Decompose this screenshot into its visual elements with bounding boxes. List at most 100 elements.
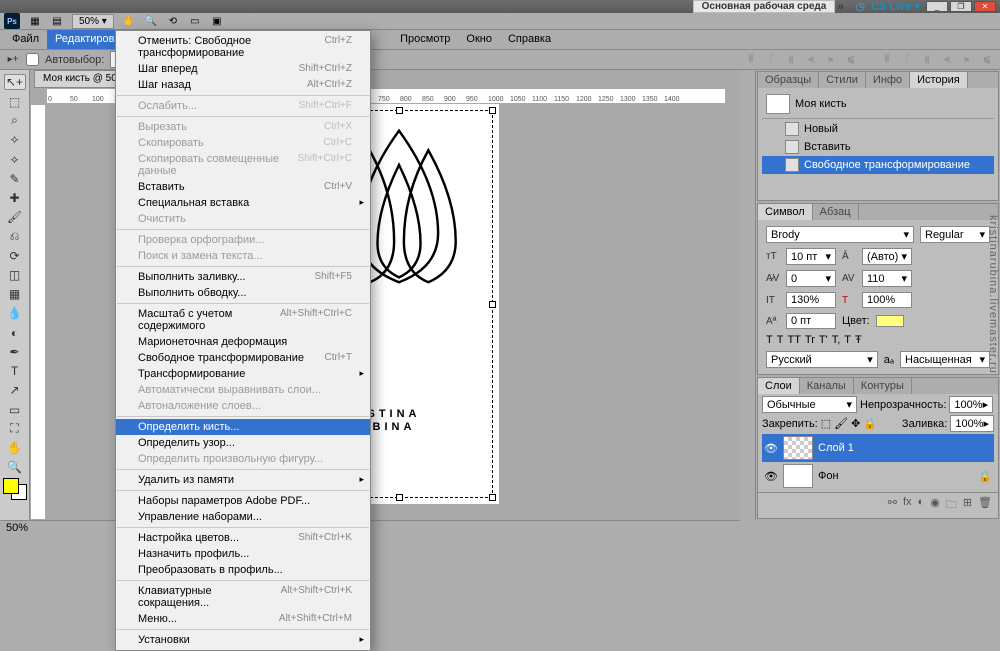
- vscale-input[interactable]: 130%: [786, 292, 836, 308]
- menu-item[interactable]: Масштаб с учетом содержимогоAlt+Shift+Ct…: [116, 306, 370, 334]
- menu-item[interactable]: Определить кисть...: [116, 419, 370, 435]
- language-dropdown[interactable]: Русский▾: [766, 351, 878, 368]
- layers-tab[interactable]: Слои: [758, 378, 800, 394]
- type-tool[interactable]: T: [4, 363, 26, 379]
- dist-2-icon[interactable]: ⫶: [900, 53, 914, 67]
- align-1-icon[interactable]: ⫴: [744, 53, 758, 67]
- menu-item[interactable]: Выполнить заливку...Shift+F5: [116, 269, 370, 285]
- hand-icon[interactable]: ✋: [122, 14, 136, 28]
- text-color-swatch[interactable]: [876, 315, 904, 327]
- kerning-input[interactable]: 0▾: [786, 270, 836, 287]
- blur-tool[interactable]: 💧: [4, 305, 26, 321]
- cslive-button[interactable]: CS Live ▾: [867, 0, 924, 13]
- menu-help[interactable]: Справка: [500, 30, 559, 49]
- adjustment-icon[interactable]: ◉: [930, 496, 940, 515]
- shape-tool[interactable]: ▭: [4, 401, 26, 417]
- eraser-tool[interactable]: ◫: [4, 267, 26, 283]
- path-tool[interactable]: ↗: [4, 382, 26, 398]
- dist-1-icon[interactable]: ⫴: [880, 53, 894, 67]
- layer-thumbnail[interactable]: [783, 464, 813, 488]
- autoselect-checkbox[interactable]: [26, 53, 39, 66]
- subwindow-min-button[interactable]: _: [926, 1, 948, 12]
- layer-name[interactable]: Слой 1: [818, 442, 854, 454]
- history-brush-tool[interactable]: ⟳: [4, 247, 26, 263]
- lock-move-icon[interactable]: ✥: [851, 417, 860, 430]
- menu-item[interactable]: Определить узор...: [116, 435, 370, 451]
- mask-icon[interactable]: ◐: [918, 496, 925, 515]
- subwindow-max-button[interactable]: ❐: [950, 1, 972, 12]
- lock-all-icon[interactable]: 🔒: [863, 417, 877, 430]
- pen-tool[interactable]: ✒: [4, 344, 26, 360]
- heal-tool[interactable]: ✚: [4, 190, 26, 206]
- menu-item[interactable]: Выполнить обводку...: [116, 285, 370, 301]
- text-style-button[interactable]: TT: [787, 334, 800, 346]
- menu-item[interactable]: ВставитьCtrl+V: [116, 179, 370, 195]
- layer-row[interactable]: 👁Слой 1: [762, 434, 994, 462]
- align-2-icon[interactable]: ⫶: [764, 53, 778, 67]
- text-style-button[interactable]: T': [819, 334, 828, 346]
- menu-view[interactable]: Просмотр: [392, 30, 458, 49]
- text-style-button[interactable]: T,: [832, 334, 841, 346]
- group-icon[interactable]: 🗀: [946, 496, 957, 515]
- menu-item[interactable]: Преобразовать в профиль...: [116, 562, 370, 578]
- visibility-icon[interactable]: 👁: [764, 470, 778, 483]
- menu-item[interactable]: Шаг назадAlt+Ctrl+Z: [116, 77, 370, 93]
- status-zoom[interactable]: 50%: [6, 522, 28, 534]
- lock-brush-icon[interactable]: 🖌: [834, 417, 848, 430]
- rotate-icon[interactable]: ⟲: [166, 14, 180, 28]
- menu-item[interactable]: Установки: [116, 632, 370, 648]
- dodge-tool[interactable]: ◐: [4, 324, 26, 340]
- transform-handle-tr[interactable]: [489, 107, 496, 114]
- zoom-icon[interactable]: 🔍: [144, 14, 158, 28]
- menu-file[interactable]: Файл: [4, 30, 47, 49]
- history-tab[interactable]: Инфо: [866, 72, 910, 88]
- menu-item[interactable]: Марионеточная деформация: [116, 334, 370, 350]
- history-state[interactable]: Вставить: [762, 138, 994, 156]
- align-6-icon[interactable]: ⫹: [844, 53, 858, 67]
- hand-tool2[interactable]: ✋: [4, 440, 26, 456]
- menu-item[interactable]: Управление наборами...: [116, 509, 370, 525]
- baseline-input[interactable]: 0 пт: [786, 313, 836, 329]
- menu-window[interactable]: Окно: [458, 30, 500, 49]
- font-family-dropdown[interactable]: Brody▾: [766, 226, 914, 243]
- link-layers-icon[interactable]: ⚯: [888, 496, 897, 515]
- arrange-icon[interactable]: ▭: [188, 14, 202, 28]
- menu-item[interactable]: Назначить профиль...: [116, 546, 370, 562]
- history-state[interactable]: Новый: [762, 120, 994, 138]
- menu-item[interactable]: Шаг впередShift+Ctrl+Z: [116, 61, 370, 77]
- menu-item[interactable]: Свободное трансформированиеCtrl+T: [116, 350, 370, 366]
- font-style-dropdown[interactable]: Regular▾: [920, 226, 990, 243]
- zoom-dropdown[interactable]: 50% ▾: [72, 14, 114, 29]
- align-5-icon[interactable]: ⫸: [824, 53, 838, 67]
- workspace-arrow-icon[interactable]: »: [837, 1, 843, 13]
- menu-item[interactable]: Наборы параметров Adobe PDF...: [116, 493, 370, 509]
- align-4-icon[interactable]: ⫷: [804, 53, 818, 67]
- text-style-button[interactable]: T: [777, 334, 784, 346]
- history-state[interactable]: Свободное трансформирование: [762, 156, 994, 174]
- menu-item[interactable]: Настройка цветов...Shift+Ctrl+K: [116, 530, 370, 546]
- dist-4-icon[interactable]: ⫷: [940, 53, 954, 67]
- lasso-tool[interactable]: ⌕: [4, 113, 26, 129]
- menu-item[interactable]: Клавиатурные сокращения...Alt+Shift+Ctrl…: [116, 583, 370, 611]
- font-size-input[interactable]: 10 пт▾: [786, 248, 836, 265]
- history-source[interactable]: Моя кисть: [762, 92, 994, 119]
- subwindow-close-button[interactable]: ✕: [974, 1, 996, 12]
- char-tab[interactable]: Абзац: [813, 204, 859, 220]
- hscale-input[interactable]: 100%: [862, 292, 912, 308]
- dist-3-icon[interactable]: ⫵: [920, 53, 934, 67]
- transform-handle-bm[interactable]: [396, 494, 403, 501]
- text-style-button[interactable]: Tr: [805, 334, 815, 346]
- history-tab[interactable]: Образцы: [758, 72, 819, 88]
- new-layer-icon[interactable]: ⊞: [963, 496, 972, 515]
- dist-5-icon[interactable]: ⫸: [960, 53, 974, 67]
- 3d-tool[interactable]: ⛶: [4, 421, 26, 437]
- leading-input[interactable]: (Авто)▾: [862, 248, 912, 265]
- move-tool[interactable]: ↖+: [4, 74, 26, 90]
- text-style-button[interactable]: T: [844, 334, 851, 346]
- foreground-color-swatch[interactable]: [3, 478, 19, 494]
- menu-item[interactable]: Специальная вставка: [116, 195, 370, 211]
- menu-item[interactable]: Удалить из памяти: [116, 472, 370, 488]
- layer-row[interactable]: 👁Фон🔒: [762, 462, 994, 490]
- transform-handle-br[interactable]: [489, 494, 496, 501]
- minibridge-icon[interactable]: ▤: [50, 14, 64, 28]
